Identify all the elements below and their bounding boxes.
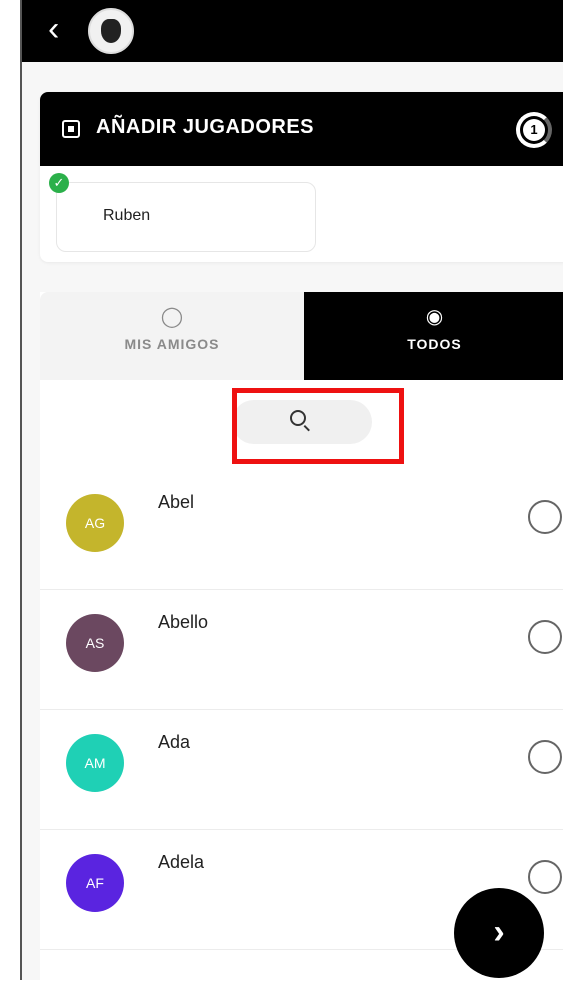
players-header: AÑADIR JUGADORES 1 [40,92,563,166]
user-icon: ◯ [160,306,184,328]
chevron-right-icon: › [493,913,505,951]
group-icon: ◉ [425,306,444,328]
add-player-icon [62,120,80,138]
player-name: Abello [158,612,209,632]
next-button[interactable]: › [454,888,544,978]
players-card: AÑADIR JUGADORES 1 ✓ Ruben [40,92,563,262]
player-tabs: ◯ MIS AMIGOS ◉ TODOS [40,292,563,380]
player-name: Adela [158,852,205,872]
avatar: AM [66,734,124,792]
select-radio[interactable] [528,740,562,774]
player-name: Ada [158,732,191,752]
players-count-ring: 1 [516,112,552,148]
tab-label: MIS AMIGOS [124,336,220,352]
selected-player-name: Ruben [103,207,151,224]
tab-mis-amigos[interactable]: ◯ MIS AMIGOS [40,292,304,380]
chevron-left-icon: ‹ [48,10,60,48]
players-title: AÑADIR JUGADORES [96,116,315,138]
select-radio[interactable] [528,860,562,894]
check-circle-icon: ✓ [49,173,69,193]
list-item[interactable]: AS Abello [40,590,563,710]
back-button[interactable]: ‹ [48,12,76,46]
players-count: 1 [523,119,545,141]
tab-todos[interactable]: ◉ TODOS [304,292,563,380]
tab-label: TODOS [407,336,462,352]
app-bar: ‹ [22,0,563,62]
selected-player-chip[interactable]: ✓ Ruben [49,173,316,252]
avatar: AF [66,854,124,912]
highlight-box [232,388,404,464]
avatar: AG [66,494,124,552]
app-screen: ‹ AÑADIR JUGADORES 1 ✓ Ruben ◯ MIS AMIGO… [20,0,563,980]
select-radio[interactable] [528,500,562,534]
list-item[interactable]: AG Abel [40,470,563,590]
avatar: AS [66,614,124,672]
select-radio[interactable] [528,620,562,654]
player-name: Abel [158,492,195,512]
list-item[interactable]: AM Ada [40,710,563,830]
club-logo [88,8,134,54]
